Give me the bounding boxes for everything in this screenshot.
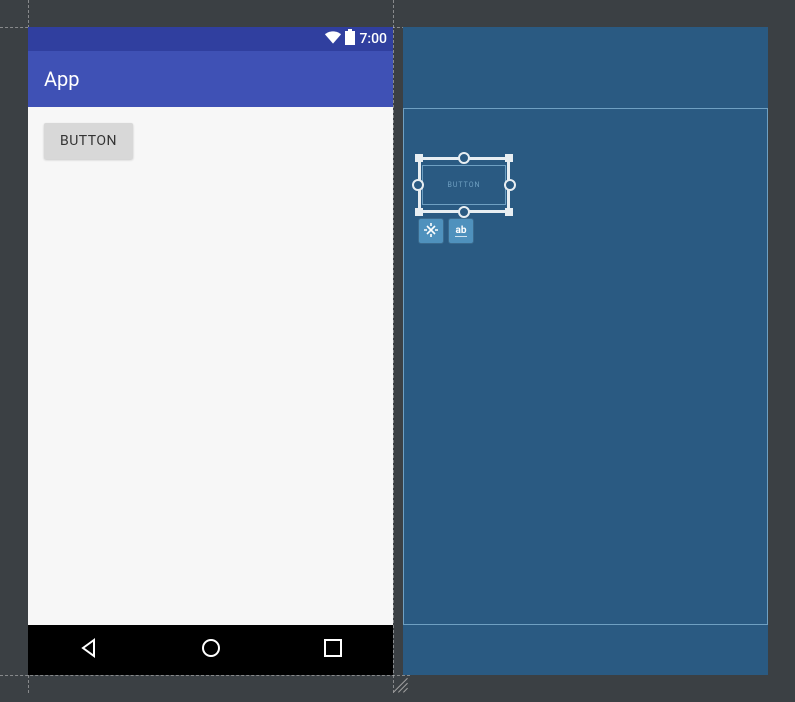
app-title: App [44, 67, 80, 91]
baseline-label: ab [455, 226, 468, 237]
constraint-handle-right[interactable] [504, 179, 516, 191]
clear-constraints-button[interactable] [418, 218, 444, 244]
blueprint-button-widget[interactable]: BUTTON [422, 165, 506, 205]
baseline-button[interactable]: ab [448, 218, 474, 244]
wifi-icon [325, 30, 341, 48]
nav-home-icon[interactable] [201, 638, 221, 662]
constraint-handle-left[interactable] [412, 179, 424, 191]
status-bar: 7:00 [28, 27, 393, 51]
constraint-handle-top[interactable] [458, 152, 470, 164]
app-bar: App [28, 51, 393, 107]
resize-handle-nw[interactable] [415, 154, 423, 162]
device-preview[interactable]: 7:00 App BUTTON [28, 27, 393, 675]
resize-handle-sw[interactable] [415, 208, 423, 216]
resize-handle-se[interactable] [505, 208, 513, 216]
canvas-resize-grip[interactable] [393, 678, 409, 694]
resize-handle-ne[interactable] [505, 154, 513, 162]
preview-button[interactable]: BUTTON [44, 123, 133, 159]
nav-back-icon[interactable] [79, 638, 99, 662]
blueprint-pane[interactable]: BUTTON ab [403, 27, 768, 675]
content-area[interactable]: BUTTON [28, 107, 393, 625]
nav-bar [28, 625, 393, 675]
clear-constraints-icon [424, 223, 438, 240]
status-time: 7:00 [359, 31, 387, 47]
battery-icon [345, 29, 355, 49]
nav-recent-icon[interactable] [324, 639, 342, 661]
constraint-handle-bottom[interactable] [458, 206, 470, 218]
guide-bottom [0, 675, 410, 676]
guide-right [393, 0, 394, 693]
